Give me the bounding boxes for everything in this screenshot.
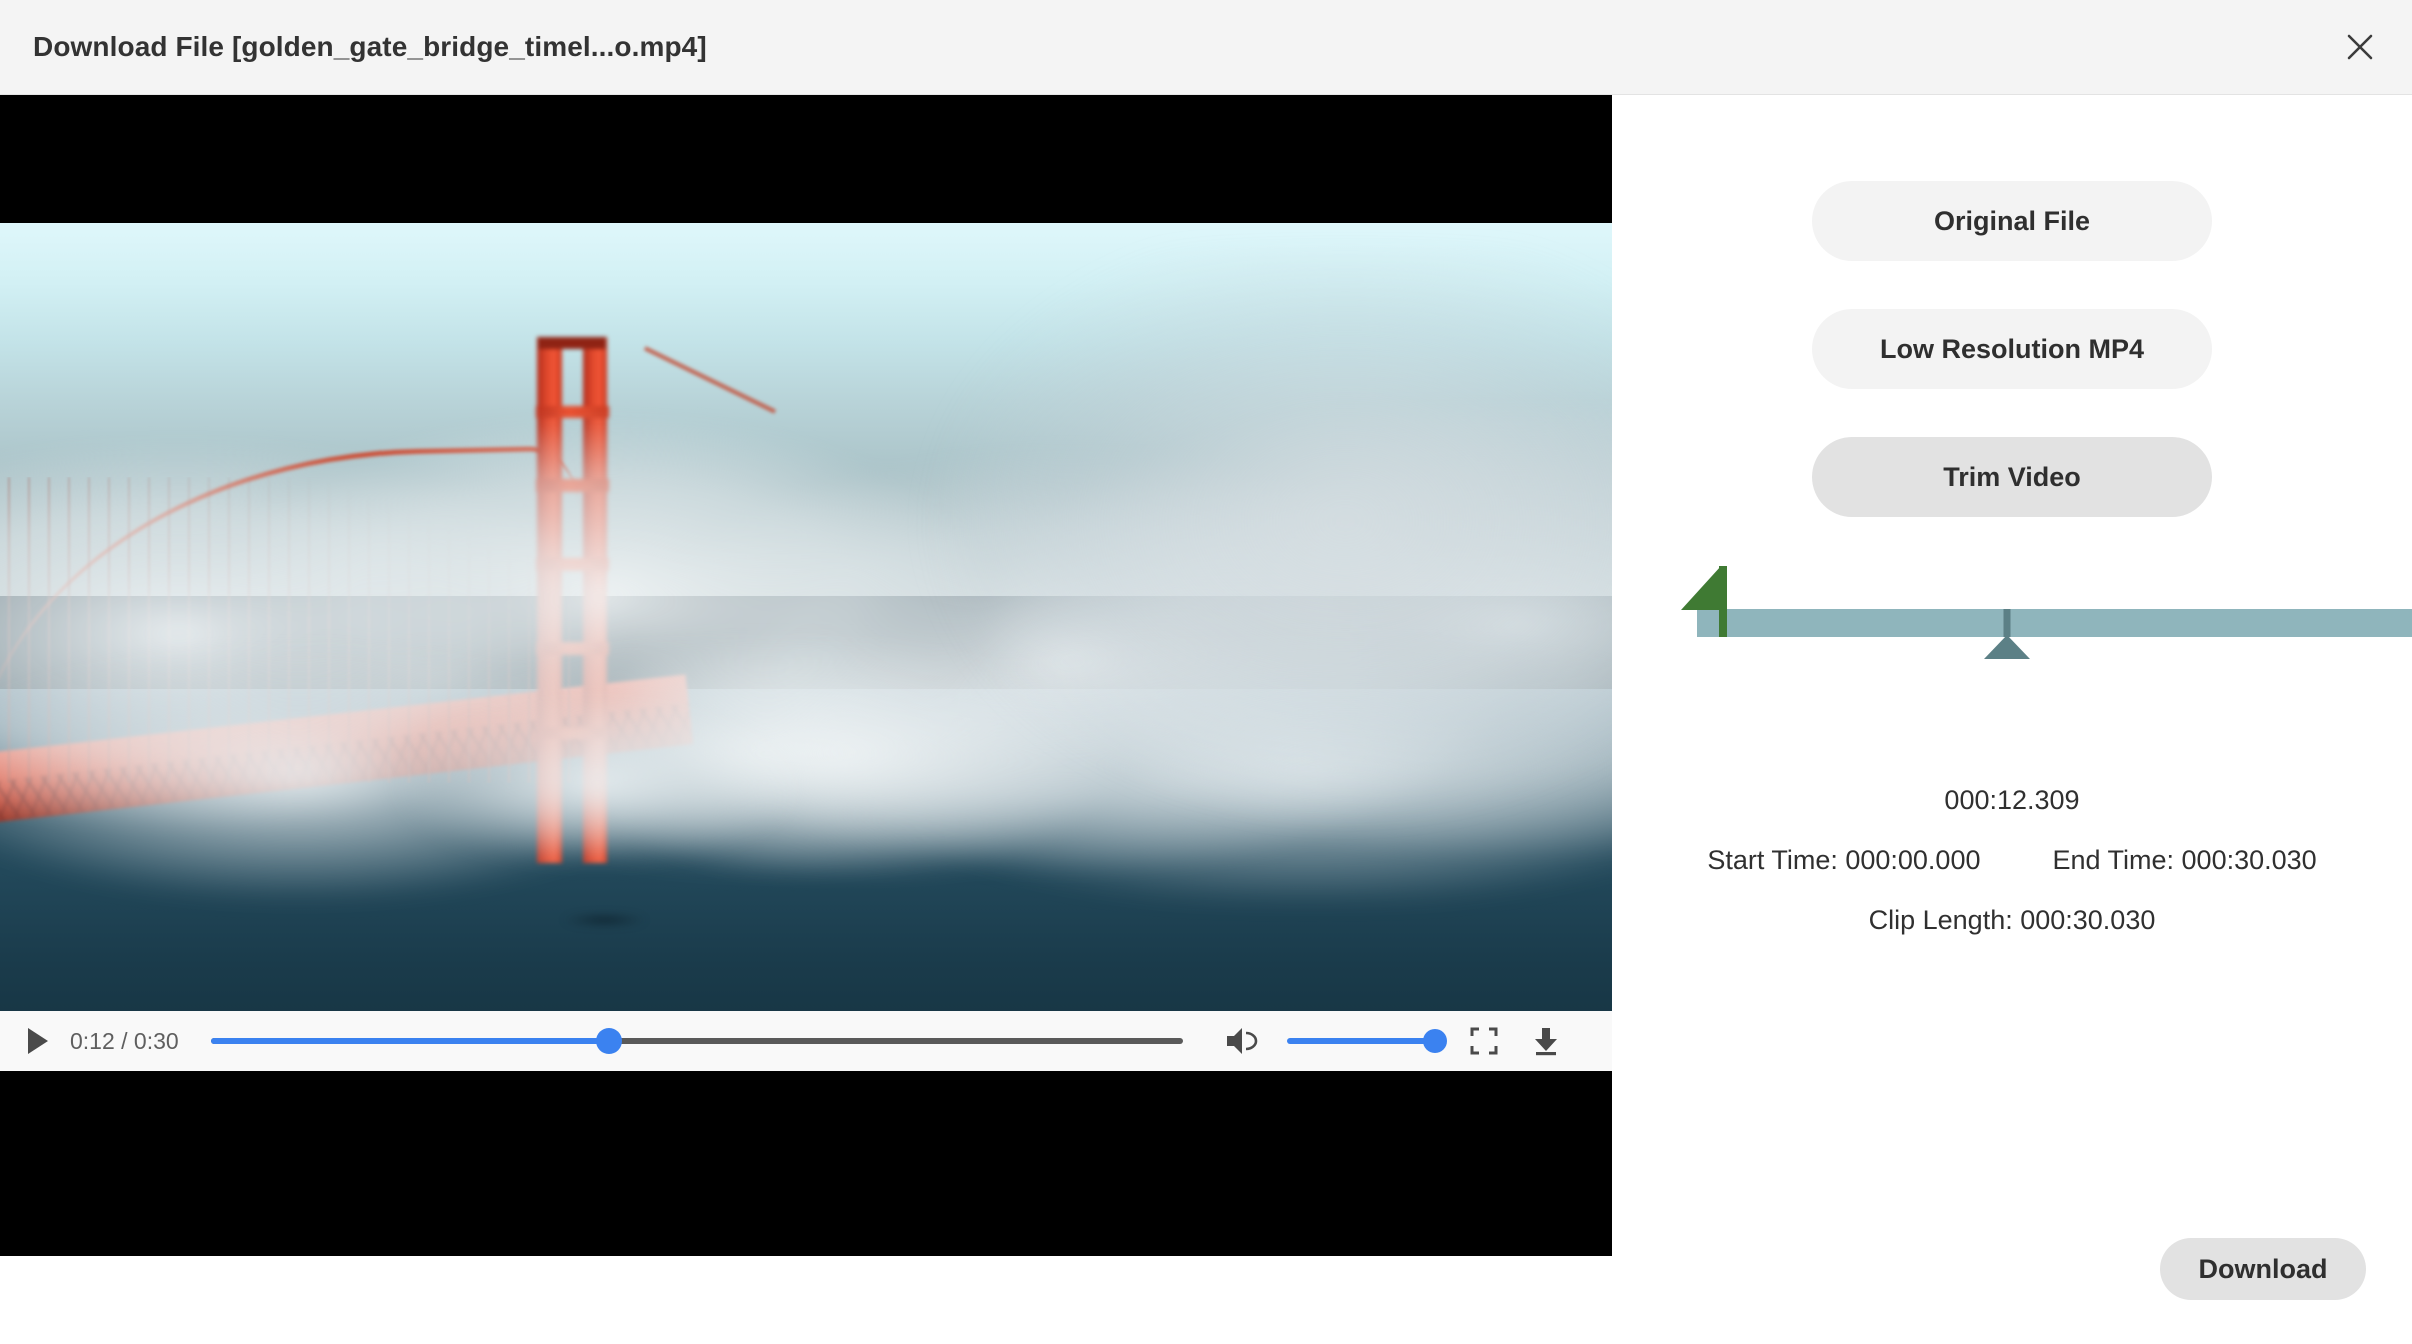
trim-start-handle[interactable] xyxy=(1681,566,1727,637)
end-time-label: End Time: 000:30.030 xyxy=(2052,845,2317,875)
play-icon xyxy=(28,1028,48,1054)
video-frame xyxy=(0,223,1612,1071)
playhead-stem xyxy=(2003,609,2011,637)
volume-knob[interactable] xyxy=(1422,1029,1447,1053)
volume-slider[interactable] xyxy=(1286,1028,1447,1054)
dialog-title: Download File [golden_gate_bridge_timel.… xyxy=(33,31,707,62)
progress-knob[interactable] xyxy=(596,1028,623,1054)
close-button[interactable] xyxy=(2330,17,2390,77)
progress-fill xyxy=(210,1038,610,1044)
fullscreen-icon xyxy=(1470,1027,1498,1055)
play-button[interactable] xyxy=(20,1023,56,1059)
original-file-button[interactable]: Original File xyxy=(1812,181,2212,261)
fullscreen-button[interactable] xyxy=(1463,1020,1505,1062)
trim-video-button[interactable]: Trim Video xyxy=(1812,437,2212,517)
video-player[interactable]: 0:12 / 0:30 xyxy=(0,95,1612,1256)
trim-track[interactable] xyxy=(1697,609,2412,637)
start-flag-icon xyxy=(1681,566,1721,610)
download-button[interactable]: Download xyxy=(2160,1238,2366,1300)
video-progress-slider[interactable] xyxy=(210,1028,1183,1054)
trim-times-row: Start Time: 000:00.000 End Time: 000:30.… xyxy=(1612,845,2412,876)
tower-cap xyxy=(538,337,607,350)
dialog-titlebar: Download File [golden_gate_bridge_timel.… xyxy=(0,0,2412,95)
video-download-button[interactable] xyxy=(1525,1020,1567,1062)
start-time-label: Start Time: 000:00.000 xyxy=(1707,845,1981,875)
clip-length-label: Clip Length: 000:30.030 xyxy=(1868,905,2156,935)
video-controls-bar: 0:12 / 0:30 xyxy=(0,1011,1612,1071)
haze-right xyxy=(806,256,1612,919)
playhead-time-label: 000:12.309 xyxy=(1944,785,2080,815)
playhead-triangle-icon xyxy=(1983,635,2030,659)
volume-icon xyxy=(1226,1028,1257,1054)
close-icon xyxy=(2347,34,2373,60)
low-resolution-mp4-button[interactable]: Low Resolution MP4 xyxy=(1812,309,2212,389)
boat-silhouette xyxy=(548,909,661,931)
start-handle-stem xyxy=(1719,566,1727,637)
trim-slider[interactable] xyxy=(1612,565,2412,675)
download-icon xyxy=(1534,1028,1557,1056)
trim-playhead[interactable] xyxy=(1983,609,2030,661)
volume-button[interactable] xyxy=(1219,1021,1265,1061)
deck-fog-overlay xyxy=(354,689,839,876)
video-time-display: 0:12 / 0:30 xyxy=(70,1027,179,1054)
download-file-dialog: Download File [golden_gate_bridge_timel.… xyxy=(0,0,2412,1344)
download-options-panel: Original File Low Resolution MP4 Trim Vi… xyxy=(1612,95,2412,1344)
volume-track xyxy=(1286,1038,1435,1044)
